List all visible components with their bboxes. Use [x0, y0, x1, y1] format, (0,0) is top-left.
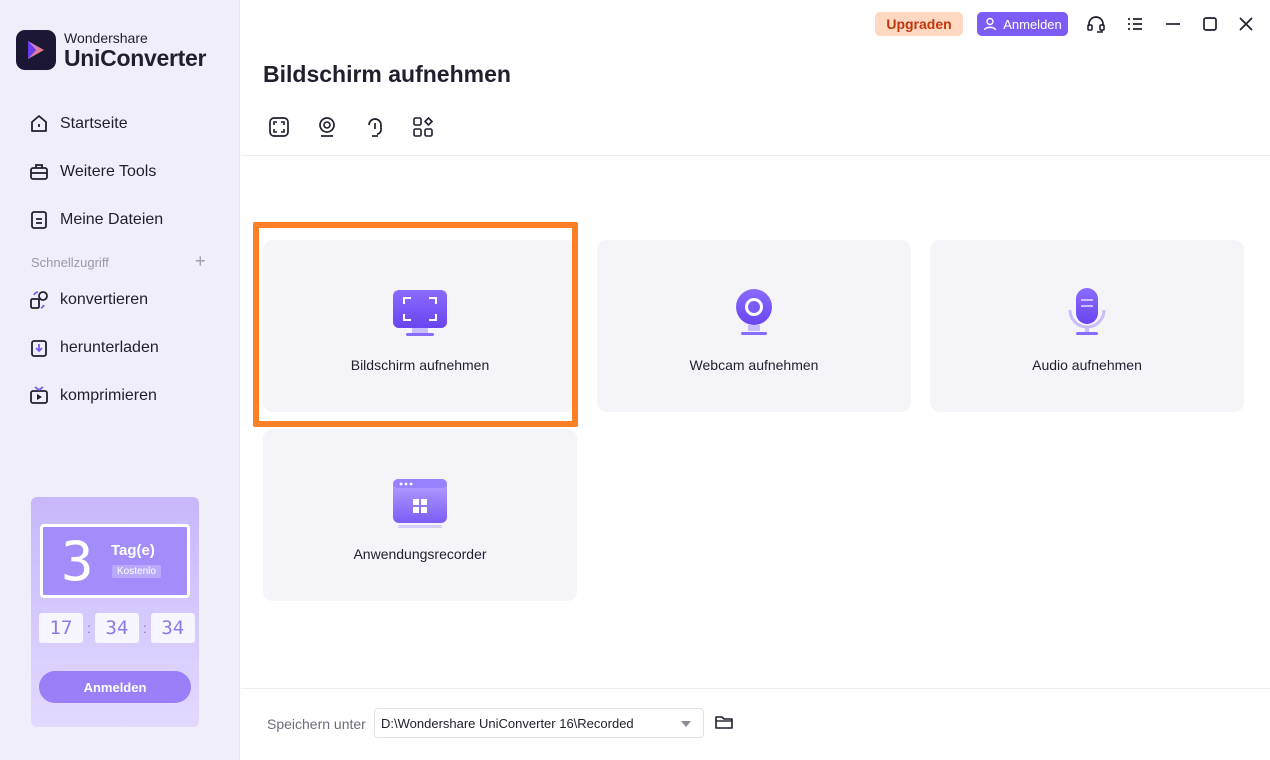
- login-button[interactable]: Anmelden: [977, 12, 1068, 36]
- trial-promo: 3 Tag(e) Kostenlo 17 : 34 : 34 Anmelden: [31, 497, 199, 727]
- trial-days: 3: [61, 530, 94, 593]
- support-headset-icon[interactable]: [1085, 13, 1107, 35]
- toolbox-icon: [30, 164, 48, 180]
- card-label: Audio aufnehmen: [1032, 357, 1142, 373]
- page-title: Bildschirm aufnehmen: [263, 61, 511, 87]
- minimize-icon[interactable]: [1162, 13, 1184, 35]
- login-label: Anmelden: [1003, 16, 1062, 32]
- uniconverter-logo-icon: [16, 30, 56, 70]
- folder-icon[interactable]: [713, 711, 735, 733]
- upgrade-button[interactable]: Upgraden: [875, 12, 963, 36]
- webcam-icon[interactable]: [315, 115, 339, 139]
- trial-days-card: 3 Tag(e) Kostenlo: [40, 524, 190, 598]
- sidebar-item-komprimieren[interactable]: komprimieren: [28, 385, 157, 407]
- trial-timer: 17 : 34 : 34: [39, 613, 195, 643]
- timer-seconds: 34: [150, 613, 195, 643]
- sidebar-item-meine-dateien[interactable]: Meine Dateien: [28, 209, 163, 231]
- card-label: Bildschirm aufnehmen: [350, 357, 490, 373]
- close-icon[interactable]: [1235, 13, 1257, 35]
- brand-company: Wondershare: [64, 30, 148, 46]
- user-icon: [984, 17, 997, 31]
- trial-days-unit: Tag(e): [111, 542, 155, 559]
- sidebar-item-konvertieren[interactable]: konvertieren: [28, 289, 148, 311]
- files-icon: [31, 211, 47, 229]
- sidebar-item-label: Meine Dateien: [60, 211, 164, 228]
- sidebar-item-label: Startseite: [60, 115, 128, 132]
- screen-record-icon: [393, 290, 447, 336]
- trial-free-badge: Kostenlo: [112, 565, 161, 578]
- app-recorder-icon: [393, 479, 447, 528]
- home-icon: [31, 115, 47, 132]
- voice-icon[interactable]: [363, 115, 387, 139]
- card-app-recorder[interactable]: Anwendungsrecorder: [263, 429, 577, 601]
- card-label: Anwendungsrecorder: [353, 546, 487, 562]
- maximize-icon[interactable]: [1199, 13, 1221, 35]
- footer-divider: [241, 688, 1270, 689]
- card-webcam-record[interactable]: Webcam aufnehmen: [597, 240, 911, 412]
- record-mode-toolbar: [267, 115, 435, 139]
- sidebar-item-label: komprimieren: [60, 387, 157, 404]
- screen-capture-icon[interactable]: [267, 115, 291, 139]
- card-label: Webcam aufnehmen: [689, 357, 819, 373]
- menu-icon[interactable]: [1124, 13, 1146, 35]
- save-path-dropdown[interactable]: D:\Wondershare UniConverter 16\Recorded: [374, 708, 704, 738]
- sidebar-item-label: herunterladen: [60, 339, 159, 356]
- card-screen-record[interactable]: Bildschirm aufnehmen: [263, 240, 577, 412]
- brand: Wondershare UniConverter: [16, 30, 206, 70]
- webcam-icon: [736, 289, 772, 335]
- quick-access-label: Schnellzugriff: [31, 255, 109, 270]
- promo-login-button[interactable]: Anmelden: [39, 671, 191, 703]
- convert-icon: [30, 291, 48, 309]
- chevron-down-icon: [681, 721, 691, 727]
- sidebar-item-label: Weitere Tools: [60, 163, 157, 180]
- timer-minutes: 34: [94, 613, 139, 643]
- card-audio-record[interactable]: Audio aufnehmen: [930, 240, 1244, 412]
- sidebar-item-startseite[interactable]: Startseite: [28, 113, 128, 135]
- sidebar-item-herunterladen[interactable]: herunterladen: [28, 337, 159, 359]
- microphone-icon: [1068, 288, 1106, 335]
- sidebar-item-weitere-tools[interactable]: Weitere Tools: [28, 161, 156, 183]
- download-icon: [31, 340, 47, 357]
- save-path-value: D:\Wondershare UniConverter 16\Recorded: [381, 715, 634, 731]
- save-location-label: Speichern unter: [267, 716, 366, 732]
- toolbar-divider: [241, 155, 1270, 156]
- timer-hours: 17: [39, 613, 83, 643]
- brand-product: UniConverter: [64, 45, 207, 71]
- add-quick-access-icon[interactable]: +: [195, 251, 206, 272]
- compress-icon: [30, 386, 48, 404]
- sidebar: Wondershare UniConverter Startseite Weit…: [0, 0, 240, 760]
- sidebar-item-label: konvertieren: [60, 291, 149, 308]
- apps-icon[interactable]: [411, 115, 435, 139]
